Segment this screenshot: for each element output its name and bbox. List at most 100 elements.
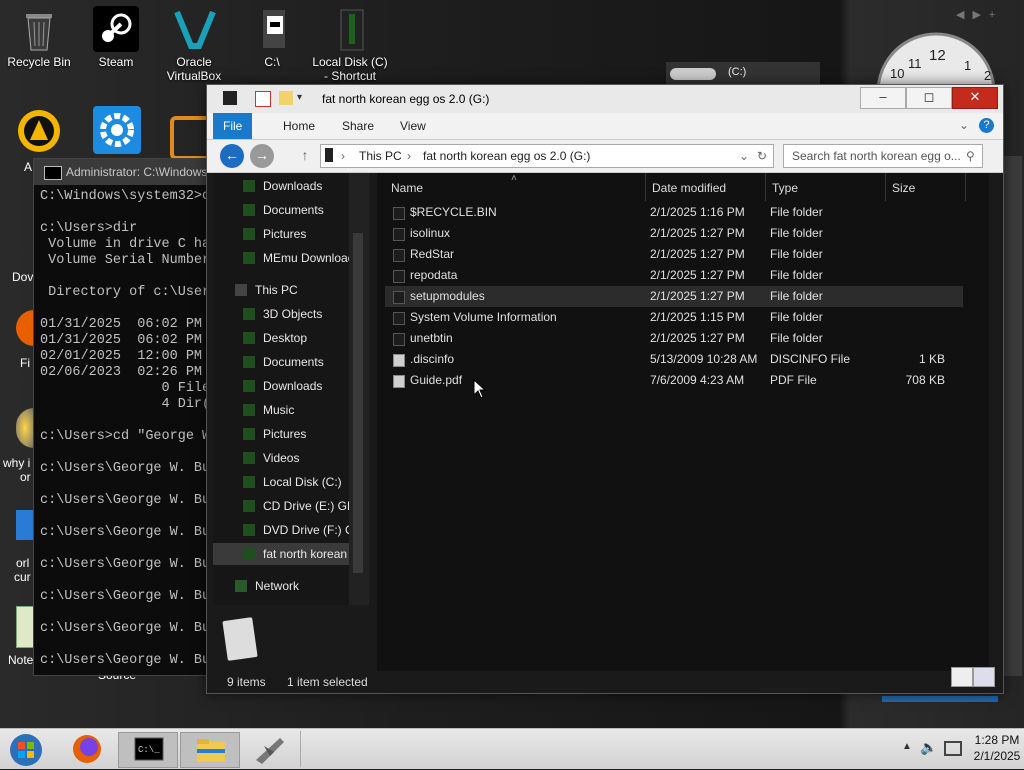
nav-item-cd-drive-e-gparted[interactable]: CD Drive (E:) GPARTED bbox=[213, 495, 353, 517]
desktop-icon-recycle-bin[interactable]: Recycle Bin bbox=[1, 6, 77, 69]
explorer-window[interactable]: ▾ fat north korean egg os 2.0 (G:) – ◻ ✕… bbox=[206, 84, 1004, 694]
nav-item-downloads[interactable]: Downloads bbox=[213, 175, 353, 197]
documents-icon bbox=[243, 356, 255, 368]
nav-item-fat-north-korean-egg[interactable]: fat north korean egg bbox=[213, 543, 353, 565]
cmd-line bbox=[40, 413, 224, 429]
cmd-button[interactable]: C:\_ bbox=[118, 732, 178, 768]
explorer-button[interactable] bbox=[180, 732, 240, 768]
address-dropdown-icon[interactable]: ⌄ bbox=[739, 149, 749, 163]
volume-icon[interactable]: 🔈 bbox=[920, 739, 937, 756]
network-icon[interactable] bbox=[944, 741, 962, 756]
column-header-type[interactable]: Type bbox=[772, 181, 798, 195]
column-divider[interactable] bbox=[645, 173, 646, 201]
large-icons-view-button[interactable] bbox=[973, 667, 995, 687]
settings-gear-icon[interactable] bbox=[93, 106, 141, 154]
app-button[interactable] bbox=[240, 732, 298, 766]
nav-item-videos[interactable]: Videos bbox=[213, 447, 353, 469]
nav-item-label: Documents bbox=[263, 203, 324, 217]
tab-share[interactable]: Share bbox=[332, 113, 384, 139]
search-input[interactable]: Search fat north korean egg o... ⚲ bbox=[783, 144, 983, 168]
nav-item-local-disk-c[interactable]: Local Disk (C:) bbox=[213, 471, 353, 493]
help-icon[interactable]: ? bbox=[979, 118, 994, 133]
forward-button[interactable]: → bbox=[250, 144, 274, 168]
column-divider[interactable] bbox=[965, 173, 966, 201]
firefox-partial-icon[interactable] bbox=[16, 310, 34, 346]
nav-item-network[interactable]: Network bbox=[213, 575, 353, 597]
back-button[interactable]: ← bbox=[220, 144, 244, 168]
minimize-button[interactable]: – bbox=[860, 87, 906, 109]
nav-item-documents[interactable]: Documents bbox=[213, 199, 353, 221]
file-list[interactable]: Name ˄ Date modified Type Size $RECYCLE.… bbox=[377, 173, 989, 671]
column-header-size[interactable]: Size bbox=[892, 181, 915, 195]
refresh-icon[interactable]: ↻ bbox=[757, 149, 767, 163]
desktop-icon-local-disk-shortcut[interactable]: Local Disk (C) - Shortcut bbox=[312, 6, 388, 83]
ribbon-expand-icon[interactable]: ⌄ bbox=[959, 118, 969, 132]
cmd-line bbox=[40, 637, 224, 653]
file-row[interactable]: .discinfo 5/13/2009 10:28 AM DISCINFO File… bbox=[385, 349, 963, 370]
maximize-button[interactable]: ◻ bbox=[906, 87, 952, 109]
file-row[interactable]: unetbtin 2/1/2025 1:27 PM File folder bbox=[385, 328, 963, 349]
local-disk-icon bbox=[327, 6, 373, 52]
cmd-titlebar[interactable]: Administrator: C:\Windows\system32\cmd.e… bbox=[34, 159, 224, 185]
nav-item-3d-objects[interactable]: 3D Objects bbox=[213, 303, 353, 325]
show-hidden-icons-icon[interactable]: ▲ bbox=[902, 741, 912, 752]
column-divider[interactable] bbox=[765, 173, 766, 201]
cmd-window[interactable]: Administrator: C:\Windows\system32\cmd.e… bbox=[33, 158, 225, 676]
clock[interactable]: 1:28 PM 2/1/2025 bbox=[970, 732, 1024, 764]
cmd-line: 02/01/2025 12:00 PM bbox=[40, 349, 203, 364]
cmd-line: c:\Users\George W. Bu bbox=[40, 525, 211, 540]
search-icon[interactable]: ⚲ bbox=[966, 149, 975, 163]
tab-file[interactable]: File bbox=[213, 113, 253, 139]
nav-item-music[interactable]: Music bbox=[213, 399, 353, 421]
qat-dropdown-icon[interactable]: ▾ bbox=[297, 92, 311, 106]
tab-view[interactable]: View bbox=[390, 113, 436, 139]
desktop-icon-steam[interactable]: Steam bbox=[78, 6, 154, 69]
nav-item-dvd-drive-f-cccoma[interactable]: DVD Drive (F:) CCCOMA bbox=[213, 519, 353, 541]
address-bar[interactable]: › This PC › fat north korean egg os 2.0 … bbox=[320, 144, 774, 168]
properties-icon[interactable] bbox=[255, 91, 271, 107]
nav-item-desktop[interactable]: Desktop bbox=[213, 327, 353, 349]
new-folder-icon[interactable] bbox=[279, 91, 293, 105]
nav-item-this-pc[interactable]: This PC bbox=[213, 279, 353, 301]
file-row[interactable]: setupmodules 2/1/2025 1:27 PM File folder bbox=[385, 286, 963, 307]
column-header-date[interactable]: Date modified bbox=[652, 181, 726, 195]
details-view-button[interactable] bbox=[951, 667, 973, 687]
nav-scrollbar[interactable] bbox=[349, 173, 369, 605]
app-partial-icon[interactable] bbox=[16, 510, 34, 540]
nav-item-label: This PC bbox=[255, 283, 298, 297]
start-button[interactable] bbox=[0, 732, 54, 766]
nav-item-pictures[interactable]: Pictures bbox=[213, 223, 353, 245]
nav-item-downloads[interactable]: Downloads bbox=[213, 375, 353, 397]
file-name: Guide.pdf bbox=[410, 373, 463, 387]
nav-item-documents[interactable]: Documents bbox=[213, 351, 353, 373]
nav-item-memu-downloads[interactable]: MEmu Downloads bbox=[213, 247, 353, 269]
navigation-pane[interactable]: Downloads Documents Pictures MEmu Downloads… bbox=[213, 173, 369, 605]
desktop-icon-virtualbox[interactable]: Oracle VirtualBox bbox=[156, 6, 232, 83]
file-row[interactable]: Guide.pdf 7/6/2009 4:23 AM PDF File 708 KB bbox=[385, 370, 963, 391]
column-header-name[interactable]: Name bbox=[391, 181, 423, 195]
gadget-arrows-icon[interactable]: ◀▶+ bbox=[956, 8, 1003, 21]
file-row[interactable]: repodata 2/1/2025 1:27 PM File folder bbox=[385, 265, 963, 286]
file-row[interactable]: RedStar 2/1/2025 1:27 PM File folder bbox=[385, 244, 963, 265]
explorer-titlebar[interactable]: ▾ fat north korean egg os 2.0 (G:) – ◻ ✕ bbox=[207, 85, 1003, 113]
clock-date: 2/1/2025 bbox=[973, 749, 1021, 763]
nav-item-pictures[interactable]: Pictures bbox=[213, 423, 353, 445]
desktop-icon-c-drive[interactable]: C:\ bbox=[234, 6, 310, 69]
breadcrumb-this-pc[interactable]: This PC bbox=[359, 149, 402, 163]
firefox-button[interactable] bbox=[58, 732, 116, 766]
aimp-icon[interactable] bbox=[16, 108, 62, 154]
file-row[interactable]: System Volume Information 2/1/2025 1:15 P… bbox=[385, 307, 963, 328]
cmd-line: Volume Serial Number bbox=[40, 253, 211, 268]
nav-scrollbar-thumb[interactable] bbox=[353, 233, 363, 573]
up-button[interactable]: ↑ bbox=[293, 144, 317, 168]
close-button[interactable]: ✕ bbox=[952, 87, 998, 109]
file-row[interactable]: $RECYCLE.BIN 2/1/2025 1:16 PM File folder bbox=[385, 202, 963, 223]
tab-home[interactable]: Home bbox=[273, 113, 325, 139]
folder-icon bbox=[197, 739, 225, 762]
column-divider[interactable] bbox=[885, 173, 886, 201]
file-row[interactable]: isolinux 2/1/2025 1:27 PM File folder bbox=[385, 223, 963, 244]
breadcrumb-current[interactable]: fat north korean egg os 2.0 (G:) bbox=[423, 149, 590, 163]
disc-partial-icon[interactable] bbox=[16, 408, 34, 448]
file-name: RedStar bbox=[410, 247, 455, 261]
cmd-output[interactable]: C:\Windows\system32>cd c:\Users>dir Volum… bbox=[34, 185, 224, 669]
